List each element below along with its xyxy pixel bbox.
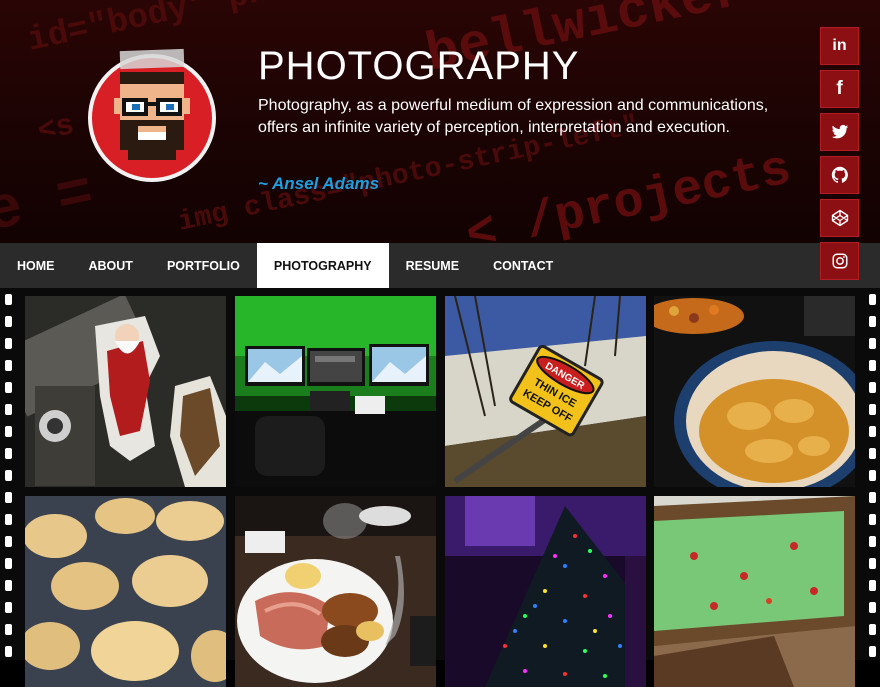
instagram-icon: [832, 253, 847, 269]
avatar-container: [88, 48, 224, 190]
film-hole: [5, 558, 12, 569]
github-icon: [831, 166, 848, 183]
codepen-button[interactable]: [820, 199, 859, 237]
nav-contact[interactable]: CONTACT: [476, 243, 570, 288]
film-hole: [5, 602, 12, 613]
santa-stickers-photo[interactable]: [25, 296, 226, 487]
film-hole: [869, 558, 876, 569]
film-hole: [869, 404, 876, 415]
ravioli-photo[interactable]: [25, 496, 226, 687]
quote-author: ~ Ansel Adams: [258, 174, 380, 193]
facebook-button[interactable]: f: [820, 70, 859, 108]
film-hole: [5, 580, 12, 591]
codepen-icon: [831, 209, 848, 227]
photo-gallery: DANGER THIN ICE KEEP OFF: [0, 288, 880, 687]
film-hole: [869, 624, 876, 635]
film-hole: [869, 514, 876, 525]
pixel-avatar-icon: [114, 72, 190, 160]
film-hole: [5, 536, 12, 547]
film-hole: [5, 382, 12, 393]
film-hole: [5, 404, 12, 415]
linkedin-icon: in: [832, 37, 847, 54]
film-perforations-left: [0, 288, 16, 660]
avatar: [88, 54, 216, 182]
quote-text: Photography, as a powerful medium of exp…: [258, 97, 769, 136]
film-hole: [5, 646, 12, 657]
film-hole: [869, 294, 876, 305]
twitter-button[interactable]: [820, 113, 859, 151]
film-hole: [5, 294, 12, 305]
danger-thin-ice-sign-photo[interactable]: DANGER THIN ICE KEEP OFF: [445, 296, 646, 487]
film-hole: [869, 426, 876, 437]
nav-about[interactable]: ABOUT: [72, 243, 150, 288]
film-hole: [869, 646, 876, 657]
christmas-lights-photo[interactable]: [445, 496, 646, 687]
github-button[interactable]: [820, 156, 859, 194]
linkedin-button[interactable]: in: [820, 27, 859, 65]
film-hole: [869, 448, 876, 459]
film-hole: [5, 492, 12, 503]
site-header: id="body" pha bellwicker <s <div img cla…: [0, 0, 880, 243]
film-hole: [5, 448, 12, 459]
film-hole: [5, 514, 12, 525]
roast-dinner-photo[interactable]: [235, 496, 436, 687]
film-hole: [869, 360, 876, 371]
film-hole: [869, 338, 876, 349]
green-bread-photo[interactable]: [654, 496, 855, 687]
film-hole: [5, 338, 12, 349]
facebook-icon: f: [836, 78, 843, 99]
film-hole: [869, 602, 876, 613]
twitter-icon: [831, 124, 848, 139]
film-hole: [5, 316, 12, 327]
social-links: in f: [820, 27, 859, 280]
nav-photography[interactable]: PHOTOGRAPHY: [256, 243, 389, 288]
film-hole: [869, 492, 876, 503]
tape-decoration: [119, 48, 185, 70]
nav-portfolio[interactable]: PORTFOLIO: [150, 243, 257, 288]
nav-resume[interactable]: RESUME: [389, 243, 476, 288]
film-hole: [5, 624, 12, 635]
page-title: PHOTOGRAPHY: [258, 44, 580, 88]
main-nav: HOME ABOUT PORTFOLIO PHOTOGRAPHY RESUME …: [0, 243, 880, 288]
film-hole: [869, 470, 876, 481]
film-hole: [869, 580, 876, 591]
bg-code-line: e =: [0, 160, 100, 243]
instagram-button[interactable]: [820, 242, 859, 280]
film-hole: [869, 382, 876, 393]
frying-pot-photo[interactable]: [654, 296, 855, 487]
film-hole: [5, 470, 12, 481]
film-hole: [5, 426, 12, 437]
film-hole: [869, 536, 876, 547]
desk-monitors-photo[interactable]: [235, 296, 436, 487]
nav-home[interactable]: HOME: [0, 243, 72, 288]
film-hole: [869, 316, 876, 327]
film-perforations-right: [864, 288, 880, 660]
film-hole: [5, 360, 12, 371]
